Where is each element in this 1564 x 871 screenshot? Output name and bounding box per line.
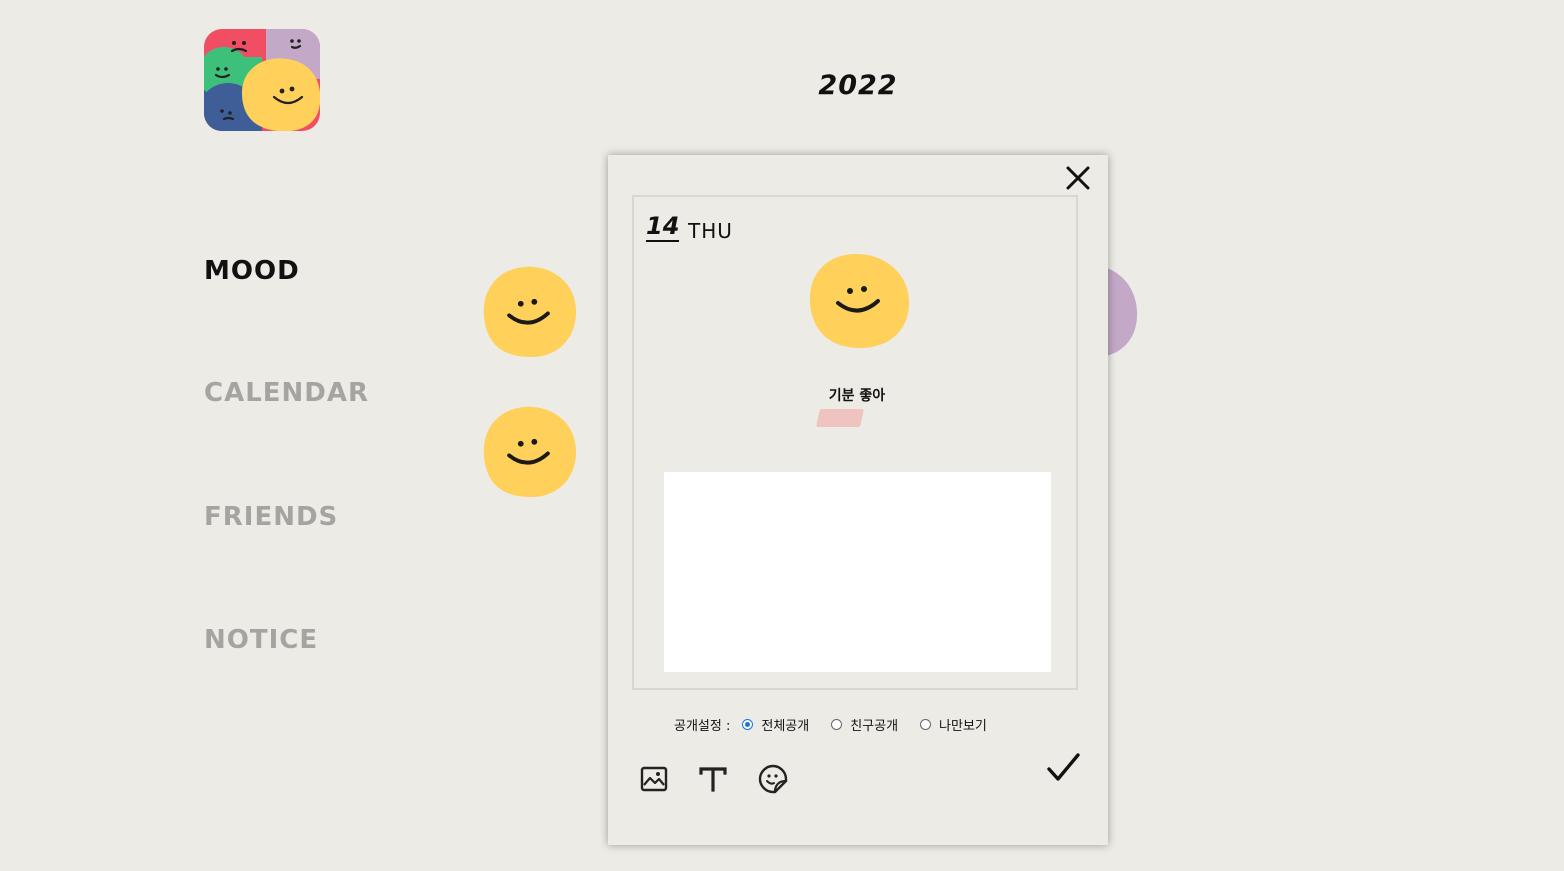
mood-label-highlight: [816, 409, 864, 427]
nav-item-friends[interactable]: FRIENDS: [204, 502, 338, 532]
sticker-icon[interactable]: [757, 763, 789, 795]
privacy-option-public[interactable]: 전체공개: [742, 715, 809, 734]
privacy-option-label: 나만보기: [939, 719, 987, 734]
app-logo[interactable]: [204, 29, 320, 131]
radio-button[interactable]: [920, 719, 932, 730]
nav-item-mood[interactable]: MOOD: [204, 256, 300, 286]
year-title: 2022: [818, 70, 898, 101]
mood-entry-modal: 14 THU 기분 좋아 공개설정 : 전체공개 친구공개 나만보기: [608, 155, 1108, 845]
privacy-label: 공개설정 :: [674, 719, 731, 734]
date-number: 14: [646, 212, 680, 242]
privacy-option-label: 친구공개: [850, 719, 899, 734]
nav-item-calendar[interactable]: CALENDAR: [204, 378, 369, 408]
text-icon[interactable]: [697, 763, 729, 795]
nav-item-notice[interactable]: NOTICE: [204, 625, 318, 655]
mood-label: 기분 좋아: [828, 388, 886, 404]
diary-text-input[interactable]: [664, 472, 1051, 672]
mood-face-icon[interactable]: [480, 265, 577, 358]
date-weekday: THU: [688, 219, 733, 243]
privacy-option-label: 전체공개: [761, 719, 810, 734]
privacy-option-private[interactable]: 나만보기: [920, 715, 987, 734]
privacy-option-friends[interactable]: 친구공개: [831, 715, 898, 734]
radio-button[interactable]: [831, 719, 843, 730]
check-icon[interactable]: [1045, 750, 1081, 786]
mood-face-icon[interactable]: [806, 253, 910, 349]
mood-face-icon[interactable]: [480, 405, 577, 498]
diary-card: 14 THU 기분 좋아: [632, 195, 1078, 690]
image-icon[interactable]: [638, 763, 670, 795]
close-icon[interactable]: [1063, 163, 1093, 193]
radio-button[interactable]: [742, 719, 754, 730]
privacy-settings: 공개설정 : 전체공개 친구공개 나만보기: [674, 715, 987, 734]
